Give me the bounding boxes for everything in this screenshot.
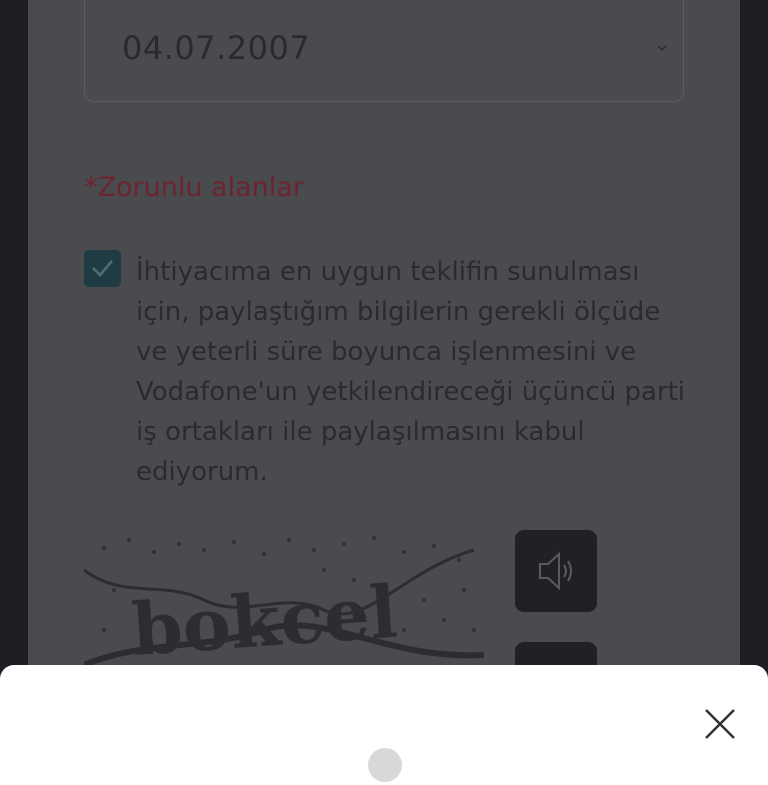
speaker-icon: [539, 551, 572, 591]
required-fields-note: *Zorunlu alanlar: [84, 172, 304, 203]
birth-date-select[interactable]: 04.07.2007: [84, 0, 684, 102]
checkmark-icon: [92, 260, 113, 277]
sheet-logo-icon: [368, 748, 402, 782]
consent-checkbox[interactable]: [84, 250, 121, 287]
captcha-audio-button[interactable]: [515, 530, 597, 612]
consent-text: İhtiyacıma en uygun teklifin sunulması i…: [136, 257, 686, 487]
birth-date-value: 04.07.2007: [122, 29, 311, 67]
chevron-down-icon: [657, 45, 667, 52]
svg-text:bokcel: bokcel: [129, 569, 400, 670]
captcha-image: bokcel: [84, 536, 484, 670]
close-icon[interactable]: [700, 704, 740, 744]
form-page: 04.07.2007 *Zorunlu alanlar İhtiyacıma e…: [28, 0, 740, 768]
